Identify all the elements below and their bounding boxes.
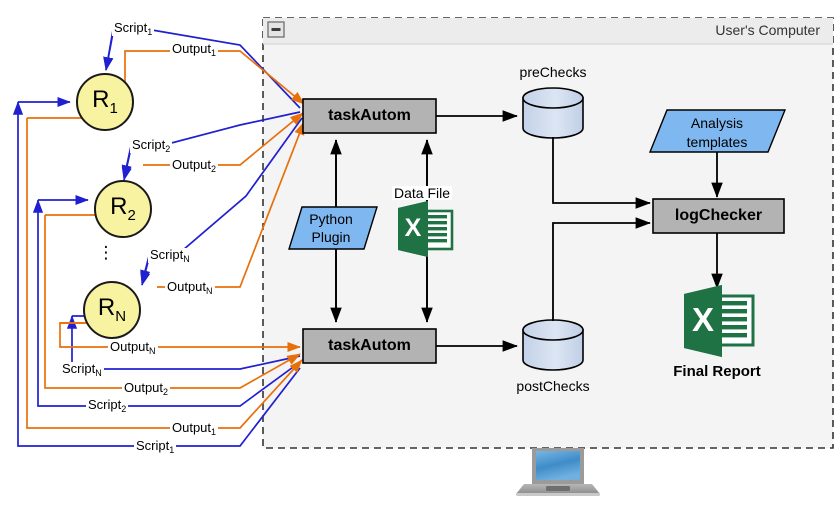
label-script1-top-sub: 1	[147, 27, 153, 37]
label-script1-bottom-base: Script	[136, 438, 170, 453]
collapse-button[interactable]	[267, 21, 285, 38]
final-report-excel-glyph: X	[691, 301, 714, 338]
label-script2-top-base: Script	[132, 137, 166, 152]
router-label-rn: RN	[92, 294, 132, 325]
python-plugin-label: Python Plugin	[289, 210, 373, 246]
label-output1-top-sub: 1	[211, 48, 217, 58]
router-label-r1: R1	[85, 86, 125, 117]
label-outputn-top: OutputN	[165, 279, 215, 296]
diagram-canvas: User's Computer R1 R2 RN ⋮ Script1 Outpu…	[0, 0, 839, 510]
diagram-vector-layer	[12, 17, 834, 496]
final-report-label: Final Report	[673, 363, 761, 380]
data-file-label: Data File	[392, 185, 453, 201]
router-r2-sub: 2	[127, 206, 136, 224]
router-rn-base: R	[97, 294, 116, 321]
task-autom-bottom-label: taskAutom	[328, 337, 411, 354]
container-header-label: User's Computer	[715, 22, 820, 38]
router-r2-base: R	[110, 193, 128, 220]
post-checks-cylinder[interactable]	[522, 319, 584, 371]
python-plugin-line1: Python	[309, 211, 353, 227]
label-script1-bottom-sub: 1	[169, 445, 175, 455]
label-output1-bottom-base: Output	[172, 420, 212, 435]
pre-checks-label: preChecks	[519, 64, 587, 80]
label-output2-bottom-sub: 2	[163, 387, 169, 397]
label-script1-bottom: Script1	[134, 438, 177, 455]
label-script2-top-sub: 2	[165, 144, 171, 154]
label-script2-top: Script2	[130, 137, 173, 154]
label-output1-bottom: Output1	[170, 420, 219, 437]
label-outputn-top-sub: N	[206, 286, 213, 296]
label-output1-top: Output1	[170, 41, 219, 58]
label-outputn-top-base: Output	[167, 279, 207, 294]
label-output2-top-sub: 2	[211, 164, 217, 174]
analysis-templates-line2: templates	[686, 134, 748, 150]
label-outputn-bottom-sub: N	[149, 346, 156, 356]
laptop-icon	[516, 448, 600, 496]
router-rn-sub: N	[115, 307, 127, 325]
python-plugin-line2: Plugin	[311, 229, 351, 245]
label-scriptn-top-sub: N	[183, 254, 190, 264]
label-scriptn-bottom-base: Script	[62, 361, 96, 376]
analysis-templates-line1: Analysis	[690, 115, 744, 131]
label-script2-bottom-base: Script	[88, 397, 122, 412]
label-script2-bottom-sub: 2	[121, 404, 127, 414]
label-output2-bottom: Output2	[122, 380, 171, 397]
label-outputn-bottom: OutputN	[108, 339, 158, 356]
router-ellipsis: ⋮	[97, 243, 115, 262]
label-script1-top: Script1	[112, 20, 155, 37]
label-script2-bottom: Script2	[86, 397, 129, 414]
label-outputn-bottom-base: Output	[110, 339, 150, 354]
label-scriptn-bottom: ScriptN	[60, 361, 104, 378]
label-script1-top-base: Script	[114, 20, 148, 35]
label-output1-top-base: Output	[172, 41, 212, 56]
log-checker-label: logChecker	[674, 207, 763, 224]
label-output2-bottom-base: Output	[124, 380, 164, 395]
router-r1-base: R	[92, 86, 110, 113]
label-output1-bottom-sub: 1	[211, 427, 217, 437]
data-file-excel-glyph: X	[404, 214, 422, 242]
label-scriptn-top: ScriptN	[148, 247, 192, 264]
analysis-templates-label: Analysis templates	[658, 114, 776, 152]
label-output2-top-base: Output	[172, 157, 212, 172]
task-autom-top-label: taskAutom	[328, 107, 411, 124]
label-scriptn-bottom-sub: N	[95, 368, 102, 378]
router-r1-sub: 1	[109, 99, 118, 117]
router-label-r2: R2	[103, 193, 143, 224]
pre-checks-cylinder[interactable]	[522, 87, 584, 139]
post-checks-label: postChecks	[516, 378, 590, 394]
label-scriptn-top-base: Script	[150, 247, 184, 262]
label-output2-top: Output2	[170, 157, 219, 174]
